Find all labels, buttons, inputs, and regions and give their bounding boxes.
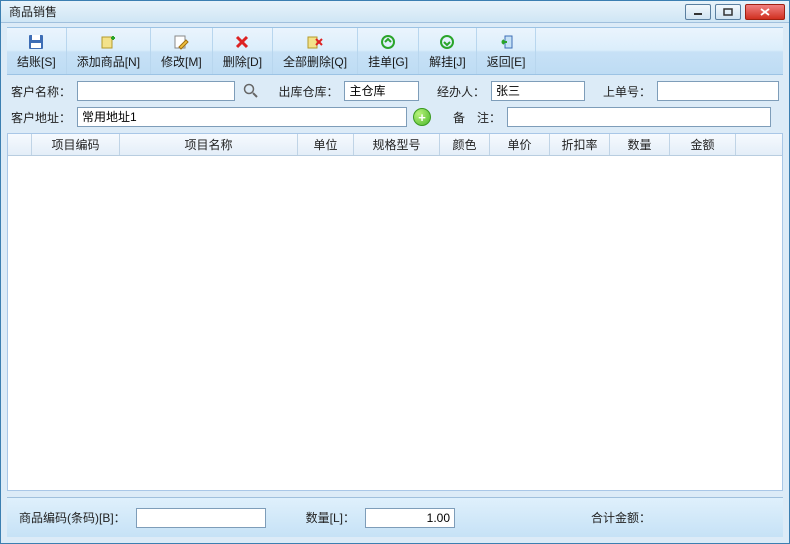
close-icon [760, 8, 770, 16]
window-title: 商品销售 [9, 3, 685, 20]
delete-all-icon [306, 33, 324, 51]
data-grid[interactable]: 项目编码 项目名称 单位 规格型号 颜色 单价 折扣率 数量 金额 [7, 133, 783, 491]
checkout-button[interactable]: 结账[S] [7, 28, 67, 74]
save-icon [27, 33, 45, 51]
warehouse-label: 出库仓库： [278, 83, 338, 100]
operator-select[interactable]: 张三 [491, 81, 585, 101]
address-select[interactable]: 常用地址1 [77, 107, 407, 127]
customer-name-label: 客户名称： [11, 83, 71, 100]
delete-label: 删除[D] [223, 53, 262, 70]
delete-icon [233, 33, 251, 51]
col-spec[interactable]: 规格型号 [354, 134, 440, 155]
close-button[interactable] [745, 4, 785, 20]
add-icon [99, 33, 117, 51]
total-label: 合计金额： [591, 509, 651, 526]
grid-header: 项目编码 项目名称 单位 规格型号 颜色 单价 折扣率 数量 金额 [8, 134, 782, 156]
minimize-button[interactable] [685, 4, 711, 20]
plus-icon: + [418, 110, 426, 125]
customer-name-input[interactable] [77, 81, 235, 101]
maximize-button[interactable] [715, 4, 741, 20]
col-item-code[interactable]: 项目编码 [32, 134, 120, 155]
maximize-icon [723, 8, 733, 16]
checkout-label: 结账[S] [17, 53, 56, 70]
remark-label: 备 注： [453, 109, 501, 126]
titlebar: 商品销售 [1, 1, 789, 23]
col-amount[interactable]: 金额 [670, 134, 736, 155]
unhold-label: 解挂[J] [429, 53, 466, 70]
form-row-2: 客户地址： 常用地址1 + 备 注： [1, 101, 789, 133]
window: 商品销售 结账[S] [0, 0, 790, 544]
add-address-button[interactable]: + [413, 108, 431, 126]
modify-label: 修改[M] [161, 53, 202, 70]
minimize-icon [693, 8, 703, 16]
order-no-input[interactable] [657, 81, 779, 101]
delete-all-label: 全部删除[Q] [283, 53, 347, 70]
unhold-icon [438, 33, 456, 51]
col-unit[interactable]: 单位 [298, 134, 354, 155]
operator-label: 经办人： [437, 83, 485, 100]
col-item-name[interactable]: 项目名称 [120, 134, 298, 155]
back-label: 返回[E] [487, 53, 526, 70]
qty-label: 数量[L]： [306, 509, 355, 526]
delete-all-button[interactable]: 全部删除[Q] [273, 28, 358, 74]
col-qty[interactable]: 数量 [610, 134, 670, 155]
col-price[interactable]: 单价 [490, 134, 550, 155]
col-rowheader[interactable] [8, 134, 32, 155]
toolbar: 结账[S] 添加商品[N] 修改[M] 删除[D] [7, 27, 783, 75]
grid-body[interactable] [8, 156, 782, 490]
barcode-input[interactable] [136, 508, 266, 528]
barcode-label: 商品编码(条码)[B]： [19, 509, 126, 526]
hold-icon [379, 33, 397, 51]
hold-button[interactable]: 挂单[G] [358, 28, 419, 74]
window-controls [685, 4, 785, 20]
qty-input[interactable] [365, 508, 455, 528]
content: 结账[S] 添加商品[N] 修改[M] 删除[D] [1, 23, 789, 543]
col-discount[interactable]: 折扣率 [550, 134, 610, 155]
unhold-button[interactable]: 解挂[J] [419, 28, 477, 74]
form-row-1: 客户名称： 出库仓库： 主仓库 经办人： 张三 上单号： [1, 75, 789, 101]
back-button[interactable]: 返回[E] [477, 28, 537, 74]
back-icon [497, 33, 515, 51]
warehouse-select[interactable]: 主仓库 [344, 81, 419, 101]
address-label: 客户地址： [11, 109, 71, 126]
col-color[interactable]: 颜色 [440, 134, 490, 155]
col-filler [736, 134, 782, 155]
search-icon [243, 83, 259, 99]
modify-button[interactable]: 修改[M] [151, 28, 213, 74]
remark-input[interactable] [507, 107, 771, 127]
hold-label: 挂单[G] [368, 53, 408, 70]
delete-button[interactable]: 删除[D] [213, 28, 273, 74]
add-item-label: 添加商品[N] [77, 53, 140, 70]
search-customer-button[interactable] [241, 81, 261, 101]
footer-bar: 商品编码(条码)[B]： 数量[L]： 合计金额： [7, 497, 783, 537]
order-no-label: 上单号： [603, 83, 651, 100]
add-item-button[interactable]: 添加商品[N] [67, 28, 151, 74]
edit-icon [172, 33, 190, 51]
